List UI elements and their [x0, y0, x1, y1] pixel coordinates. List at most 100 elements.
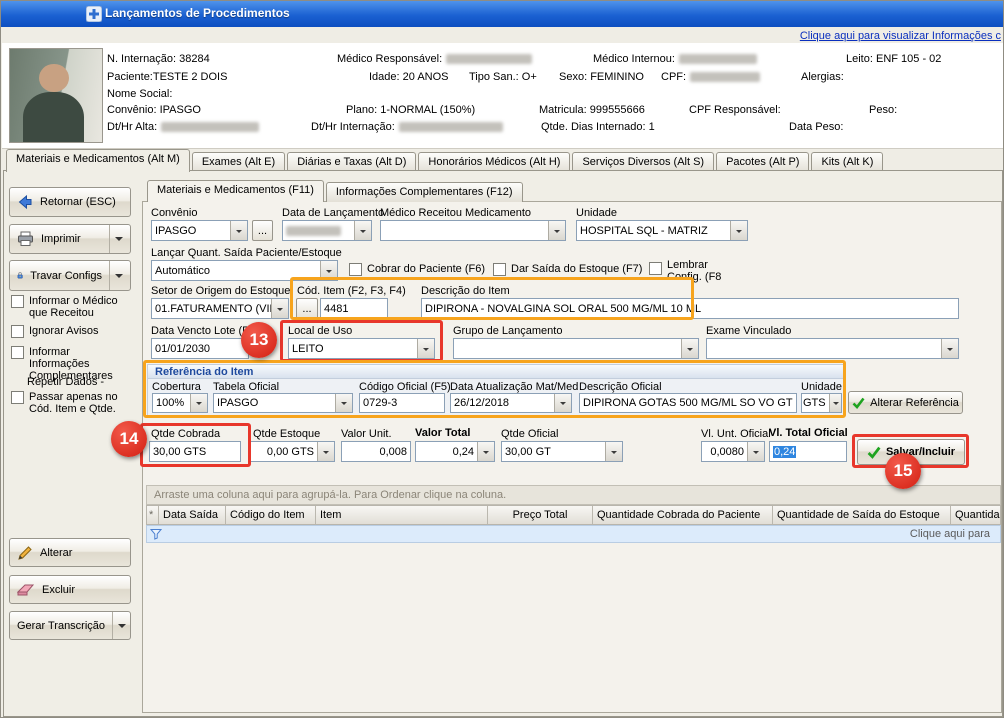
codigo-oficial-input[interactable]: 0729-3 [359, 393, 445, 413]
grid-filter-row[interactable]: Clique aqui para [146, 525, 1001, 543]
alterar-button[interactable]: Alterar [9, 538, 131, 567]
cod-item-input[interactable]: 4481 [320, 298, 388, 319]
grid-group-by-bar[interactable]: Arraste uma coluna aqui para agrupá-la. … [146, 485, 1001, 505]
vl-total-oficial-input[interactable]: 0,24 [769, 441, 847, 462]
chevron-down-icon[interactable] [317, 442, 334, 461]
chevron-down-icon[interactable] [230, 221, 247, 240]
chevron-down-icon[interactable] [747, 442, 764, 461]
tab-exames[interactable]: Exames (Alt E) [192, 152, 285, 172]
chk-informar-medico-label: Informar o Médico que Receitou [29, 295, 133, 319]
chevron-down-icon[interactable] [320, 261, 337, 280]
qtde-oficial-label: Qtde Oficial [501, 428, 558, 440]
chevron-down-icon [115, 237, 123, 245]
tab-honorarios-medicos[interactable]: Honorários Médicos (Alt H) [418, 152, 570, 172]
chk-cobrar-paciente[interactable]: Cobrar do Paciente (F6) [349, 263, 485, 276]
nome-social-field: Nome Social: [107, 88, 172, 100]
qtde-estoque-select[interactable]: 0,00 GTS [249, 441, 335, 462]
qtde-dias-label: Qtde. Dias Internado: [541, 121, 646, 133]
imprimir-label: Imprimir [41, 233, 81, 245]
chk-dar-saida[interactable]: Dar Saída do Estoque (F7) [493, 263, 642, 276]
grid-group-hint: Arraste uma coluna aqui para agrupá-la. … [154, 489, 506, 501]
chevron-down-icon[interactable] [730, 221, 747, 240]
unidade-select[interactable]: HOSPITAL SQL - MATRIZ [576, 220, 748, 241]
col-qtd-extra[interactable]: Quantidade de Sa [951, 506, 1000, 524]
title-bar[interactable]: Lançamentos de Procedimentos [1, 1, 1004, 27]
chevron-down-icon[interactable] [477, 442, 494, 461]
col-qtd-saida-estoque[interactable]: Quantidade de Saída do Estoque [773, 506, 951, 524]
chevron-down-icon[interactable] [190, 394, 207, 412]
data-vencto-input[interactable]: 01/01/2030 [151, 338, 249, 359]
vl-unt-oficial-select[interactable]: 0,0080 [701, 441, 765, 462]
local-uso-select[interactable]: LEITO [288, 338, 435, 359]
salvar-incluir-button[interactable]: Salvar/Incluir [857, 439, 965, 465]
lancar-quant-select[interactable]: Automático [151, 260, 338, 281]
data-atualizacao-select[interactable]: 26/12/2018 [450, 393, 572, 413]
leito-label: Leito: [846, 53, 873, 65]
chevron-down-icon[interactable] [271, 299, 288, 318]
data-vencto-value: 01/01/2030 [155, 343, 210, 355]
gerar-dropdown-arrow[interactable] [112, 612, 126, 639]
gerar-transcricao-button[interactable]: Gerar Transcrição [9, 611, 131, 640]
chk-ignorar-avisos[interactable]: Ignorar Avisos [11, 325, 133, 338]
col-data-saida[interactable]: Data Saída [159, 506, 226, 524]
data-lancamento-select[interactable] [282, 220, 372, 241]
chevron-down-icon[interactable] [548, 221, 565, 240]
chevron-down-icon[interactable] [417, 339, 434, 358]
medico-responsavel-field: Médico Responsável: [337, 53, 532, 65]
cobertura-select[interactable]: 100% [152, 393, 208, 413]
chk-ignorar-avisos-label: Ignorar Avisos [29, 325, 99, 337]
chevron-down-icon[interactable] [335, 394, 352, 412]
convenio-browse-button[interactable]: ... [252, 220, 273, 241]
convenio-select[interactable]: IPASGO [151, 220, 248, 241]
travar-configs-button[interactable]: Travar Configs [9, 260, 131, 291]
chevron-down-icon[interactable] [554, 394, 571, 412]
chevron-down-icon[interactable] [354, 221, 371, 240]
chk-repetir-dados[interactable]: Passar apenas noCód. Item e Qtde. [11, 391, 133, 415]
col-codigo-item[interactable]: Código do Item [226, 506, 316, 524]
col-qtd-cobrada-paciente[interactable]: Quantidade Cobrada do Paciente [593, 506, 773, 524]
chevron-down-icon[interactable] [829, 394, 841, 412]
visualizar-informacoes-link[interactable]: Clique aqui para visualizar Informações … [800, 30, 1001, 42]
valor-total-value: 0,24 [416, 442, 477, 461]
grupo-lancamento-select[interactable] [453, 338, 699, 359]
exame-vinculado-select[interactable] [706, 338, 959, 359]
qtde-cobrada-input[interactable]: 30,00 GTS [149, 441, 241, 462]
idade-label: Idade: [369, 71, 400, 83]
tab-servicos-diversos[interactable]: Serviços Diversos (Alt S) [572, 152, 714, 172]
chevron-down-icon[interactable] [681, 339, 698, 358]
valor-total-select[interactable]: 0,24 [415, 441, 495, 462]
alterar-referencia-button[interactable]: Alterar Referência [848, 391, 963, 414]
retornar-button[interactable]: Retornar (ESC) [9, 187, 131, 217]
convenio-form-label: Convênio [151, 207, 197, 219]
descricao-oficial-input[interactable]: DIPIRONA GOTAS 500 MG/ML SO VO GT [579, 393, 797, 413]
tab-materiais-f11[interactable]: Materiais e Medicamentos (F11) [147, 180, 324, 202]
imprimir-button[interactable]: Imprimir [9, 224, 131, 254]
tab-pacotes[interactable]: Pacotes (Alt P) [716, 152, 809, 172]
descricao-oficial-label: Descrição Oficial [579, 381, 662, 393]
col-item[interactable]: Item [316, 506, 488, 524]
tab-materiais-medicamentos[interactable]: Materiais e Medicamentos (Alt M) [6, 149, 190, 172]
cod-item-browse-button[interactable]: ... [296, 298, 318, 319]
valor-unit-input[interactable]: 0,008 [341, 441, 411, 462]
chk-lembrar-config[interactable]: LembrarConfig. (F8 [649, 259, 721, 283]
matricula-value: 999555666 [590, 104, 645, 116]
tab-kits[interactable]: Kits (Alt K) [811, 152, 883, 172]
excluir-button[interactable]: Excluir [9, 575, 131, 604]
tab-complementares-f12[interactable]: Informações Complementares (F12) [326, 182, 523, 202]
unidade-oficial-select[interactable]: GTS [801, 393, 842, 413]
medico-receitou-select[interactable] [380, 220, 566, 241]
setor-origem-select[interactable]: 01.FATURAMENTO (VIRT [151, 298, 289, 319]
chevron-down-icon[interactable] [941, 339, 958, 358]
redacted-value [286, 226, 341, 236]
leito-value: ENF 105 - 02 [876, 53, 941, 65]
descricao-item-input[interactable]: DIPIRONA - NOVALGINA SOL ORAL 500 MG/ML … [421, 298, 959, 319]
tab-diarias-taxas[interactable]: Diárias e Taxas (Alt D) [287, 152, 416, 172]
travar-dropdown-arrow[interactable] [109, 261, 123, 290]
col-preco-total[interactable]: Preço Total [488, 506, 593, 524]
chk-informar-medico[interactable]: Informar o Médico que Receitou [11, 295, 133, 319]
chevron-down-icon[interactable] [605, 442, 622, 461]
tabela-oficial-select[interactable]: IPASGO [213, 393, 353, 413]
qtde-oficial-select[interactable]: 30,00 GT [501, 441, 623, 462]
imprimir-dropdown-arrow[interactable] [109, 225, 123, 253]
tipo-san-label: Tipo San.: [469, 71, 519, 83]
